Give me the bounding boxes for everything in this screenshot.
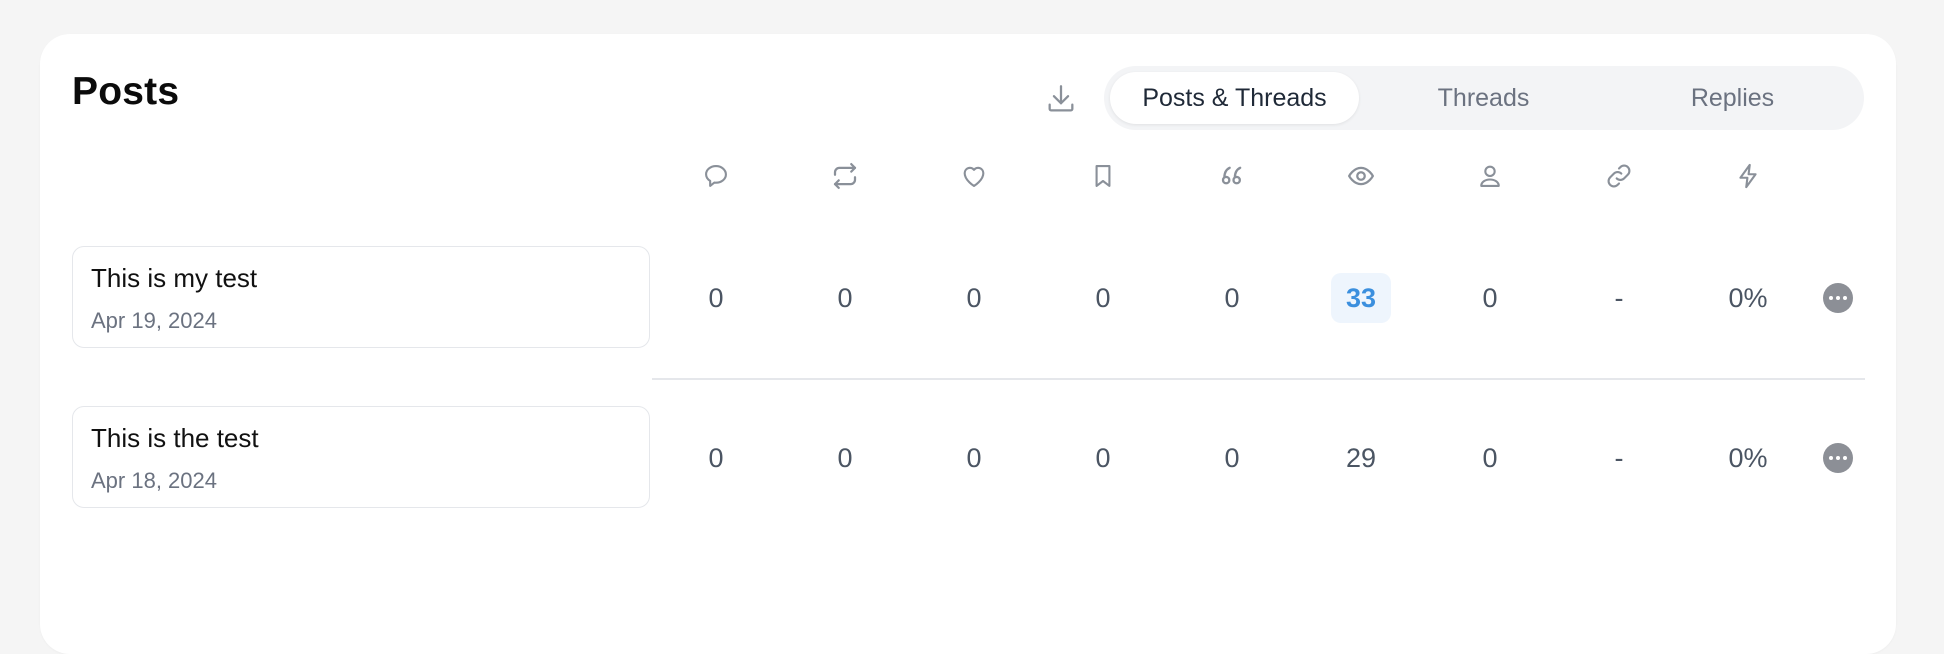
tab-posts-threads[interactable]: Posts & Threads xyxy=(1110,72,1359,124)
comments-count: 0 xyxy=(708,282,724,313)
more-options-button[interactable] xyxy=(1823,283,1853,313)
more-options-button[interactable] xyxy=(1823,443,1853,473)
repost-icon xyxy=(825,156,865,196)
bookmark-icon xyxy=(1083,156,1123,196)
more-icon xyxy=(1829,296,1833,300)
post-date: Apr 19, 2024 xyxy=(91,308,217,333)
reposts-count: 0 xyxy=(837,282,853,313)
bookmarks-count: 0 xyxy=(1095,282,1111,313)
post-card[interactable]: This is my test Apr 19, 2024 xyxy=(72,246,650,348)
download-icon xyxy=(1044,82,1078,116)
post-title: This is my test xyxy=(91,263,258,293)
reposts-count: 0 xyxy=(837,442,853,473)
profile-visits-count: 0 xyxy=(1482,282,1498,313)
link-clicks-count: - xyxy=(1614,442,1624,473)
views-count-highlighted: 33 xyxy=(1331,273,1391,323)
eye-icon xyxy=(1341,156,1381,196)
profile-visits-count: 0 xyxy=(1482,442,1498,473)
lightning-icon xyxy=(1728,156,1768,196)
post-type-tabs: Posts & Threads Threads Replies xyxy=(1104,66,1864,130)
comment-icon xyxy=(696,156,736,196)
likes-count: 0 xyxy=(966,282,982,313)
likes-count: 0 xyxy=(966,442,982,473)
download-button[interactable] xyxy=(1041,79,1081,119)
views-count: 29 xyxy=(1345,442,1377,473)
heart-icon xyxy=(954,156,994,196)
tab-threads[interactable]: Threads xyxy=(1359,72,1608,124)
comments-count: 0 xyxy=(708,442,724,473)
more-icon xyxy=(1829,456,1833,460)
page-title: Posts xyxy=(72,70,180,113)
quote-icon xyxy=(1212,156,1252,196)
quotes-count: 0 xyxy=(1224,282,1240,313)
user-icon xyxy=(1470,156,1510,196)
post-title: This is the test xyxy=(91,423,259,453)
post-card[interactable]: This is the test Apr 18, 2024 xyxy=(72,406,650,508)
quotes-count: 0 xyxy=(1224,442,1240,473)
engagement-rate: 0% xyxy=(1728,282,1768,313)
post-date: Apr 18, 2024 xyxy=(91,468,217,493)
link-clicks-count: - xyxy=(1614,282,1624,313)
tab-replies[interactable]: Replies xyxy=(1608,72,1857,124)
row-divider xyxy=(652,378,1865,380)
bookmarks-count: 0 xyxy=(1095,442,1111,473)
engagement-rate: 0% xyxy=(1728,442,1768,473)
link-icon xyxy=(1599,156,1639,196)
